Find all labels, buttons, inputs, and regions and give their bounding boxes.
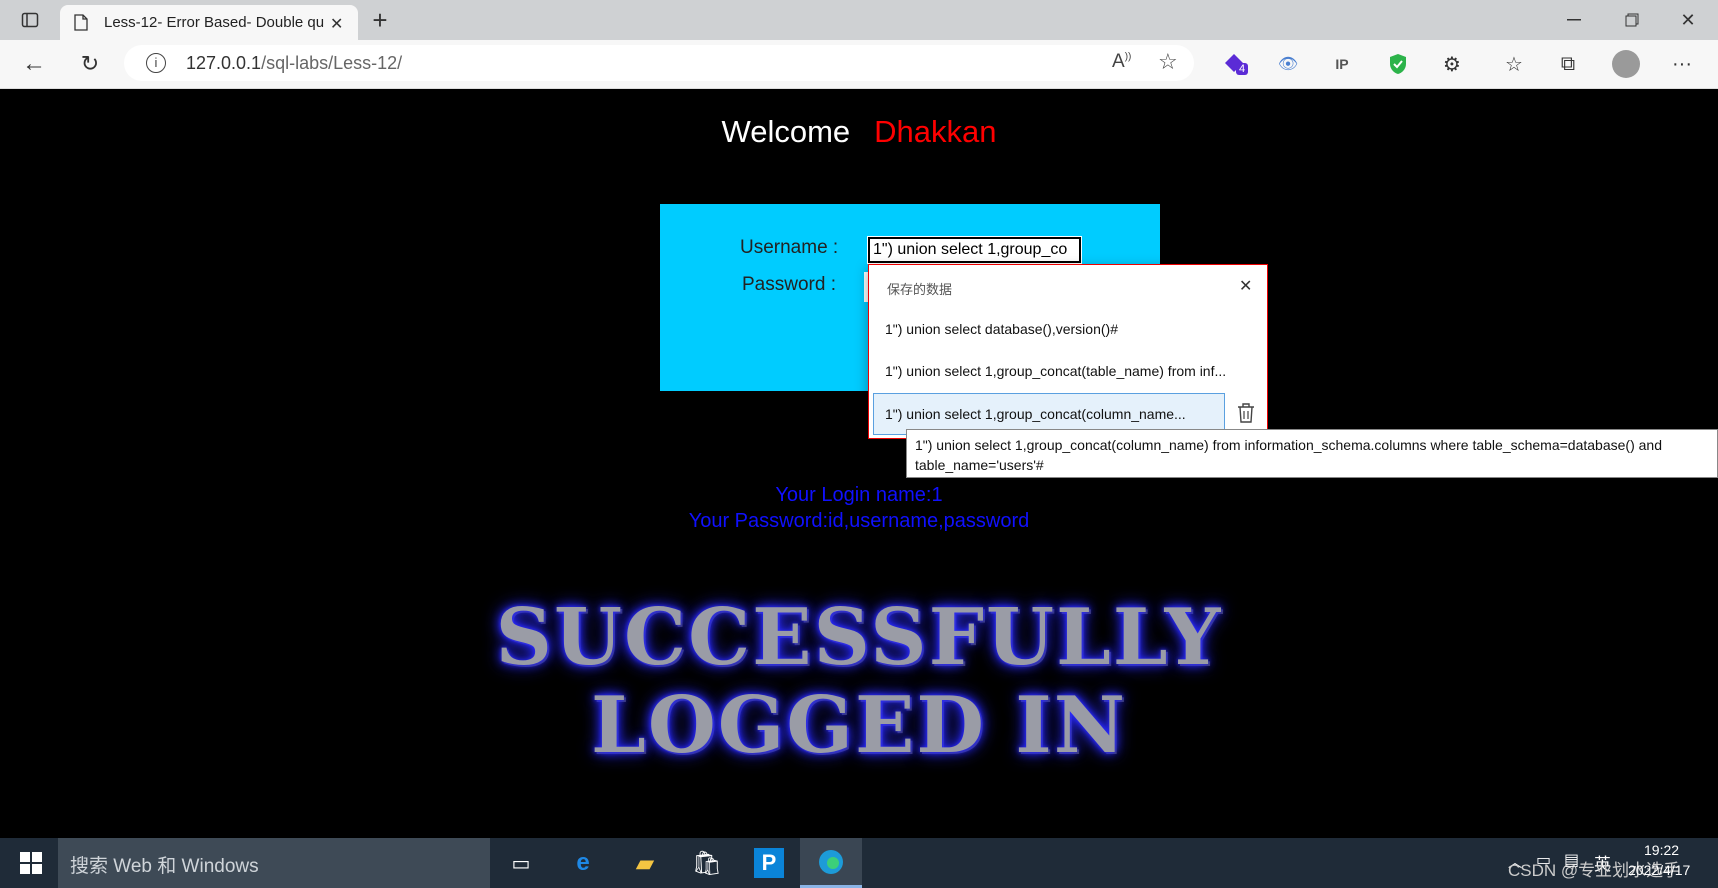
- more-menu-icon[interactable]: ···: [1664, 46, 1700, 82]
- success-banner-line1: SUCCESSFULLY: [495, 592, 1223, 683]
- taskbar: 搜索 Web 和 Windows ▭ e ▰ 🛍 P ︿ ▭ ▤ 英 CSDN …: [0, 838, 1718, 888]
- edge-icon[interactable]: [800, 838, 862, 888]
- close-tab-icon[interactable]: ✕: [330, 14, 343, 34]
- read-aloud-icon[interactable]: A)): [1112, 51, 1131, 73]
- clock-time[interactable]: 19:22: [1644, 842, 1679, 858]
- login-name-result: Your Login name:1: [775, 484, 943, 506]
- ip-extension-icon[interactable]: IP: [1324, 46, 1360, 82]
- ie-icon[interactable]: e: [552, 838, 614, 888]
- close-icon[interactable]: ✕: [1239, 276, 1252, 296]
- welcome-heading: Welcome Dhakkan: [721, 114, 997, 149]
- tooltip: 1") union select 1,group_concat(column_n…: [906, 429, 1718, 478]
- autocomplete-item[interactable]: 1") union select database(),version()#: [885, 321, 1245, 337]
- username-label: Username :: [740, 237, 839, 258]
- tab-title: Less-12- Error Based- Double qu: [104, 14, 324, 31]
- task-view-icon[interactable]: ▭: [490, 838, 552, 888]
- back-icon[interactable]: ←: [16, 46, 52, 82]
- extension-badge-icon[interactable]: 4: [1216, 46, 1252, 82]
- autocomplete-item-label: 1") union select 1,group_concat(column_n…: [885, 406, 1186, 422]
- extensions-icon[interactable]: ⚙: [1434, 46, 1470, 82]
- site-info-icon[interactable]: i: [146, 53, 166, 73]
- pycharm-icon[interactable]: P: [738, 838, 800, 888]
- clock-date[interactable]: 2022/4/17: [1628, 862, 1690, 878]
- search-placeholder: 搜索 Web 和 Windows: [70, 856, 259, 877]
- profile-avatar[interactable]: [1612, 50, 1640, 78]
- favorites-icon[interactable]: ☆: [1496, 46, 1532, 82]
- windows-start-icon[interactable]: [0, 838, 62, 888]
- autocomplete-item[interactable]: 1") union select 1,group_concat(table_na…: [885, 363, 1245, 379]
- close-window-icon[interactable]: ✕: [1670, 2, 1706, 38]
- tab-strip: Less-12- Error Based- Double qu ✕ + ✕: [0, 0, 1718, 40]
- autocomplete-dropdown: 保存的数据 ✕ 1") union select database(),vers…: [868, 264, 1268, 439]
- password-result: Your Password:id,username,password: [688, 510, 1030, 532]
- taskbar-search[interactable]: 搜索 Web 和 Windows: [58, 838, 490, 888]
- restore-icon[interactable]: [1614, 2, 1650, 38]
- password-label: Password :: [742, 274, 836, 295]
- trash-icon[interactable]: [1237, 403, 1255, 428]
- minimize-icon[interactable]: [1556, 2, 1592, 38]
- success-banner-line2: LOGGED IN: [590, 680, 1128, 771]
- eye-extension-icon[interactable]: 👁: [1270, 46, 1306, 82]
- extension-badge-count: 4: [1236, 63, 1249, 75]
- add-favorite-icon[interactable]: ☆: [1158, 49, 1178, 75]
- new-tab-icon[interactable]: +: [362, 2, 398, 38]
- file-explorer-icon[interactable]: ▰: [614, 838, 676, 888]
- tab-actions-icon[interactable]: [12, 2, 48, 38]
- autocomplete-header: 保存的数据: [887, 282, 953, 297]
- collections-icon[interactable]: ⧉: [1550, 46, 1586, 82]
- store-icon[interactable]: 🛍: [676, 838, 738, 888]
- address-bar[interactable]: i 127.0.0.1/sql-labs/Less-12/ A)) ☆: [124, 45, 1194, 81]
- shield-extension-icon[interactable]: [1380, 46, 1416, 82]
- page-icon: [74, 14, 88, 36]
- username-input[interactable]: 1") union select 1,group_co: [867, 236, 1082, 264]
- refresh-icon[interactable]: ↻: [72, 46, 108, 82]
- navigation-bar: ← ↻ i 127.0.0.1/sql-labs/Less-12/ A)) ☆ …: [0, 40, 1718, 89]
- url-text: 127.0.0.1/sql-labs/Less-12/: [186, 53, 403, 73]
- active-tab[interactable]: Less-12- Error Based- Double qu ✕: [60, 5, 358, 40]
